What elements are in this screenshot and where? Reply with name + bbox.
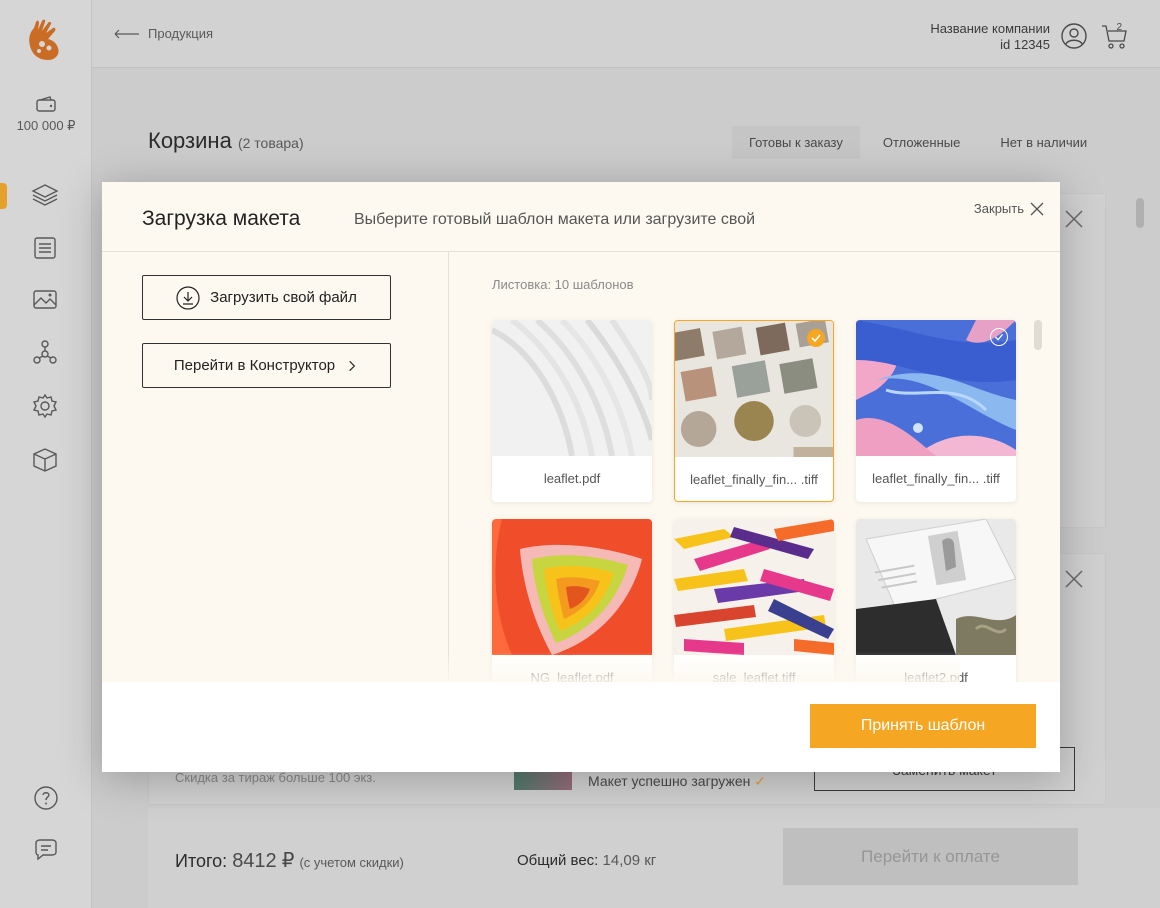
upload-layout-modal: Загрузка макета Выберите готовый шаблон … [102, 182, 1060, 772]
template-set-label: Листовка: 10 шаблонов [492, 277, 634, 292]
template-thumbnail [492, 320, 652, 456]
template-thumbnail [856, 519, 1016, 655]
open-constructor-label: Перейти в Конструктор [173, 357, 336, 374]
chevron-right-icon [349, 360, 356, 371]
upload-file-label: Загрузить свой файл [210, 289, 357, 306]
template-thumbnail [492, 519, 652, 655]
selected-check-icon [807, 329, 825, 347]
download-icon [176, 285, 200, 310]
template-name: NG_leaflet.pdf [530, 670, 614, 682]
template-name: sale_leaflet.tiff [712, 670, 796, 682]
template-tile[interactable]: leaflet.pdf [492, 320, 652, 502]
close-icon [1030, 202, 1044, 215]
template-tile[interactable]: leaflet_finally_fin... .tiff [856, 320, 1016, 502]
modal-actions-pane: Загрузить свой файл Перейти в Конструкто… [102, 252, 449, 682]
templates-pane: Листовка: 10 шаблонов leaflet.pdf leafle… [450, 252, 1060, 682]
modal-subtitle: Выберите готовый шаблон макета или загру… [354, 211, 756, 228]
template-name: leaflet_finally_fin... .tiff [690, 472, 818, 487]
template-tile[interactable]: NG_leaflet.pdf [492, 519, 652, 682]
templates-scrollbar[interactable] [1034, 320, 1042, 350]
modal-header: Загрузка макета Выберите готовый шаблон … [102, 182, 1060, 252]
template-name: leaflet.pdf [543, 471, 601, 486]
unselected-check-icon [990, 328, 1008, 346]
accept-template-button[interactable]: Принять шаблон [810, 704, 1036, 748]
template-tile-selected[interactable]: leaflet_finally_fin... .tiff [674, 320, 834, 502]
upload-file-button[interactable]: Загрузить свой файл [142, 275, 391, 320]
template-tile[interactable]: leaflet2.pdf [856, 519, 1016, 682]
open-constructor-button[interactable]: Перейти в Конструктор [142, 343, 391, 388]
modal-title: Загрузка макета [142, 207, 301, 230]
template-name: leaflet2.pdf [904, 670, 968, 682]
template-name: leaflet_finally_fin... .tiff [872, 471, 1000, 486]
modal-close-button[interactable]: Закрыть [974, 201, 1044, 216]
modal-footer: Принять шаблон [102, 682, 1060, 772]
template-thumbnail [674, 519, 834, 655]
close-label: Закрыть [973, 201, 1024, 216]
template-tile[interactable]: sale_leaflet.tiff [674, 519, 834, 682]
